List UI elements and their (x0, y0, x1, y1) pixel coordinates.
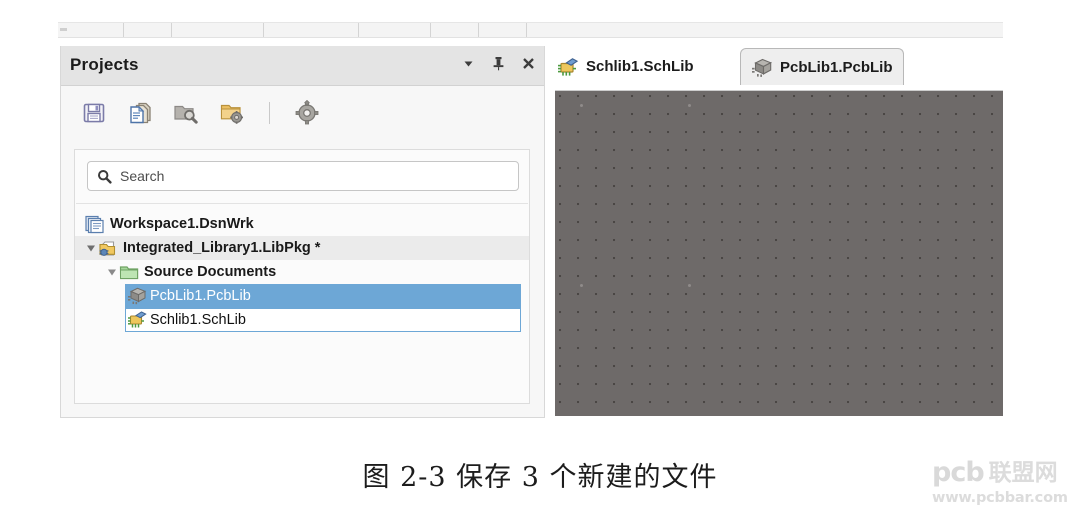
folder-gear-icon (220, 104, 243, 124)
tree-item-label: Integrated_Library1.LibPkg * (123, 240, 321, 256)
workspace-glyph (85, 215, 104, 233)
tree-item-libpkg[interactable]: Integrated_Library1.LibPkg * (75, 236, 529, 260)
ruler-tick (123, 23, 124, 37)
search-divider (76, 203, 528, 204)
watermark-brand: pcb (932, 457, 985, 488)
floppy-disk-icon (83, 103, 105, 123)
folder-search-icon (174, 105, 198, 124)
watermark-url: www.pcbbar.com (932, 490, 1068, 506)
search-input[interactable]: Search (87, 161, 519, 191)
chevron-down-glyph (464, 61, 472, 66)
triangle-expanded-glyph (108, 269, 116, 276)
pin-glyph (493, 56, 503, 70)
triangle-expanded-glyph (87, 245, 95, 252)
workspace-icon (85, 215, 105, 234)
pcblib-glyph (752, 58, 773, 77)
search-icon (97, 169, 112, 184)
grid-origin-dot (580, 284, 583, 287)
documents-copy-icon (130, 102, 151, 124)
chevron-down-icon[interactable] (460, 54, 476, 72)
ruler-grip (60, 28, 67, 31)
expand-arrow-icon[interactable] (107, 267, 117, 277)
search-glyph (98, 169, 112, 184)
schlib-glyph (128, 311, 147, 328)
gear-icon (295, 100, 319, 125)
libpkg-glyph (99, 240, 116, 256)
close-icon[interactable] (520, 54, 536, 72)
tab-schlib1[interactable]: Schlib1.SchLib (547, 48, 704, 85)
projects-panel: Projects Search Workspace1.DsnWrk Integr… (60, 46, 545, 418)
tree-item-source-documents[interactable]: Source Documents (75, 260, 529, 284)
panel-header-buttons (460, 54, 536, 72)
top-ruler-strip (58, 22, 1003, 38)
save-all-button[interactable] (79, 98, 109, 128)
close-glyph (522, 57, 534, 69)
copy-documents-button[interactable] (125, 98, 155, 128)
watermark: pcb 联盟网 www.pcbbar.com (932, 459, 1074, 506)
ruler-tick (263, 23, 264, 37)
ruler-tick (171, 23, 172, 37)
figure-caption: 图 2-3 保存 3 个新建的文件 (362, 462, 718, 493)
expand-arrow-icon[interactable] (86, 243, 96, 253)
tree-item-pcblib[interactable]: PcbLib1.PcbLib (75, 284, 529, 308)
toolbar-separator (269, 102, 270, 124)
ruler-tick (430, 23, 431, 37)
grid-origin-dot (688, 284, 691, 287)
tree-item-label: Source Documents (144, 264, 277, 280)
libpkg-icon (98, 239, 118, 258)
pcblib-icon (127, 286, 147, 305)
pin-icon[interactable] (490, 54, 506, 72)
tree-item-workspace[interactable]: Workspace1.DsnWrk (75, 212, 529, 236)
pcb-editor-canvas[interactable] (555, 90, 1003, 416)
grid-origin-dot (580, 104, 583, 107)
pcblib-glyph (128, 287, 147, 305)
projects-panel-header: Projects (61, 46, 544, 86)
tree-item-label: Schlib1.SchLib (150, 312, 246, 328)
screenshot-root: Projects Search Workspace1.DsnWrk Integr… (0, 0, 1080, 529)
ruler-tick (358, 23, 359, 37)
projects-toolbar-icons (79, 98, 322, 128)
browse-projects-button[interactable] (171, 98, 201, 128)
grid-origin-dot (688, 104, 691, 107)
tree-item-label: PcbLib1.PcbLib (150, 288, 251, 304)
schlib-icon (127, 310, 147, 329)
tree-item-schlib[interactable]: Schlib1.SchLib (75, 308, 529, 332)
pcblib-icon (751, 57, 773, 77)
search-placeholder: Search (120, 168, 165, 184)
tab-label: Schlib1.SchLib (586, 58, 694, 75)
tab-label: PcbLib1.PcbLib (780, 58, 893, 76)
folder-green-glyph (119, 265, 139, 279)
tab-pcblib1[interactable]: PcbLib1.PcbLib (740, 48, 904, 85)
editor-tab-strip: Schlib1.SchLib PcbLib1.PcbLib (547, 46, 1003, 85)
project-options-button[interactable] (217, 98, 247, 128)
projects-toolbar (61, 86, 544, 142)
schlib-glyph (558, 57, 579, 76)
ruler-tick (526, 23, 527, 37)
watermark-logo-row: pcb 联盟网 (932, 459, 1074, 486)
projects-tree-container: Search Workspace1.DsnWrk Integrated_Libr… (74, 149, 530, 404)
schlib-icon (557, 57, 579, 77)
tree-item-label: Workspace1.DsnWrk (110, 216, 254, 232)
folder-green-icon (119, 263, 139, 282)
ruler-tick (478, 23, 479, 37)
project-tree: Workspace1.DsnWrk Integrated_Library1.Li… (75, 212, 529, 332)
page-title: Projects (70, 55, 139, 74)
watermark-brand-cn: 联盟网 (988, 459, 1058, 485)
panel-settings-button[interactable] (292, 98, 322, 128)
